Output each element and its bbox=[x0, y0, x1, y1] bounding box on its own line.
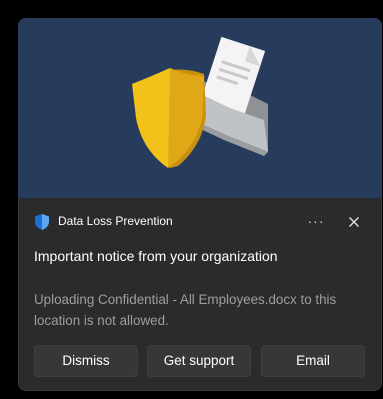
hero-illustration bbox=[18, 18, 382, 198]
notification-message: Uploading Confidential - All Employees.d… bbox=[34, 292, 337, 328]
close-icon bbox=[349, 217, 359, 227]
shield-document-illustration bbox=[132, 36, 268, 168]
shield-icon bbox=[34, 213, 50, 231]
notification-title: Important notice from your organization bbox=[34, 248, 278, 264]
action-buttons: Dismiss Get support Email bbox=[34, 345, 366, 377]
app-name: Data Loss Prevention bbox=[58, 214, 173, 228]
email-button[interactable]: Email bbox=[261, 345, 365, 377]
get-support-button[interactable]: Get support bbox=[147, 345, 251, 377]
more-options-button[interactable]: ··· bbox=[302, 208, 330, 236]
dismiss-button[interactable]: Dismiss bbox=[34, 345, 138, 377]
notification-header: Data Loss Prevention ··· bbox=[18, 207, 382, 237]
close-button[interactable] bbox=[340, 208, 368, 236]
notification-toast: Data Loss Prevention ··· Important notic… bbox=[18, 18, 382, 391]
